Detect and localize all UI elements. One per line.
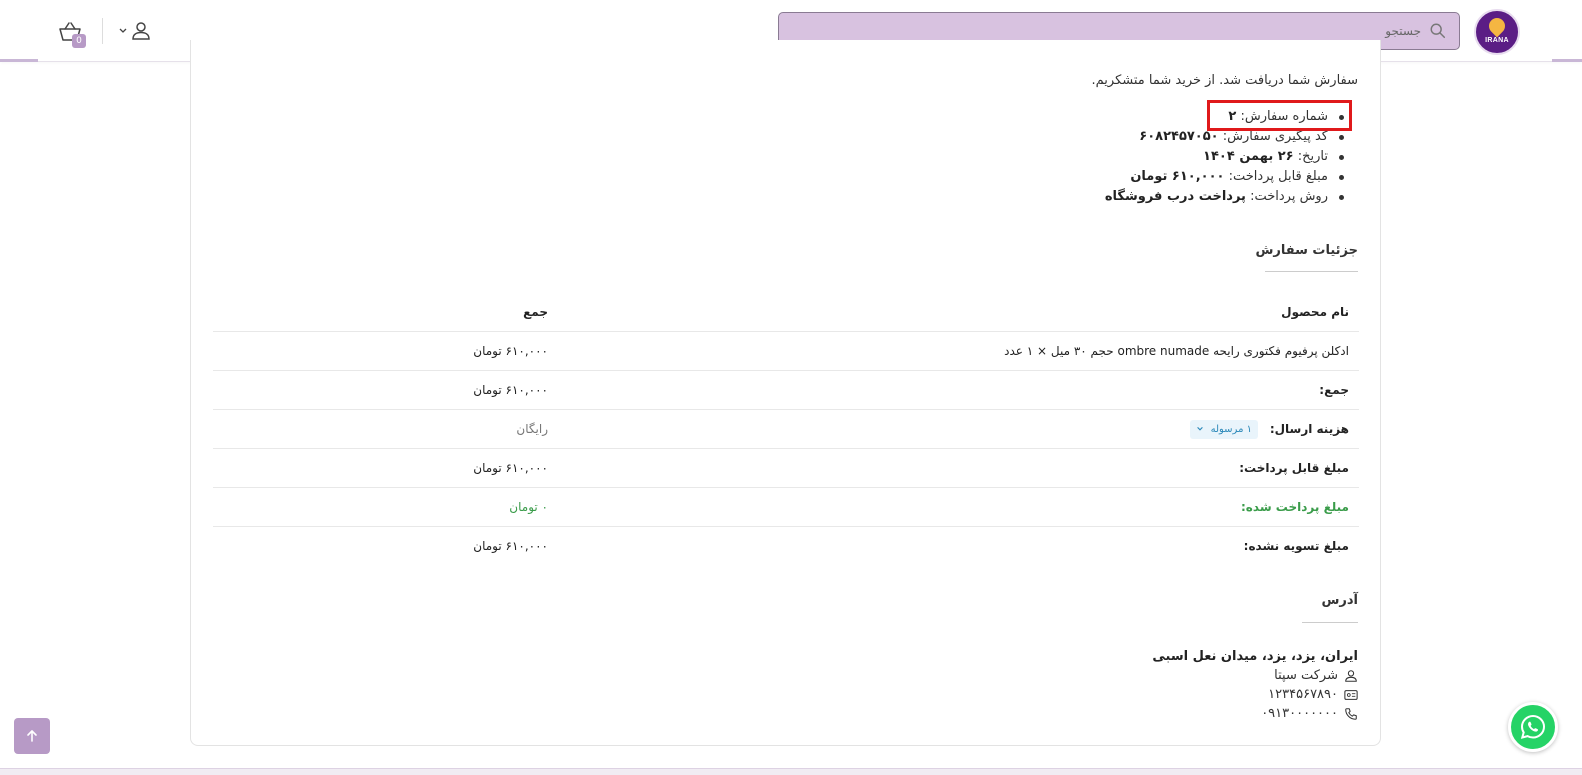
user-icon — [1345, 669, 1357, 682]
summary-payment-method: روش پرداخت: پرداخت درب فروشگاه — [1105, 187, 1346, 207]
arrow-up-icon — [27, 730, 37, 742]
shipping-value: رایگان — [516, 422, 548, 436]
footer-edge — [0, 768, 1582, 775]
header-accent-right — [1552, 59, 1582, 62]
logo-drop-icon — [1485, 14, 1509, 38]
address-company: شرکت سپتا — [1274, 668, 1338, 683]
user-icon[interactable] — [130, 20, 152, 42]
shipping-label: هزینه ارسال: — [1269, 422, 1349, 436]
paid-label: مبلغ پرداخت شده: — [1241, 500, 1349, 514]
column-header-total: جمع — [523, 305, 548, 319]
table-row-paid: مبلغ پرداخت شده: ۰ تومان — [213, 487, 1359, 526]
address-phone: ۰۹۱۳۰۰۰۰۰۰۰ — [1261, 706, 1338, 721]
order-details-underline — [1265, 271, 1358, 272]
cart-button[interactable]: 0 — [58, 21, 88, 49]
table-header-row: نام محصول جمع — [213, 293, 1359, 332]
table-row-subtotal: جمع: ۶۱۰,۰۰۰ تومان — [213, 370, 1359, 409]
back-to-top-button[interactable] — [14, 718, 50, 754]
whatsapp-icon — [1520, 714, 1546, 739]
address-postal-line: ۱۲۳۴۵۶۷۸۹۰ — [1152, 685, 1358, 704]
payable-value: ۶۱۰,۰۰۰ تومان — [473, 461, 548, 475]
subtotal-value: ۶۱۰,۰۰۰ تومان — [473, 383, 548, 397]
address-underline — [1302, 622, 1358, 623]
table-row-payable: مبلغ قابل پرداخت: ۶۱۰,۰۰۰ تومان — [213, 448, 1359, 487]
address-block: ایران، یزد، یزد، میدان نعل اسبی شرکت سپت… — [1152, 647, 1358, 723]
unsettled-label: مبلغ تسویه نشده: — [1243, 539, 1349, 553]
product-total: ۶۱۰,۰۰۰ تومان — [473, 344, 548, 358]
header-divider — [102, 18, 103, 44]
address-postal: ۱۲۳۴۵۶۷۸۹۰ — [1268, 687, 1338, 702]
product-name-link[interactable]: ادکلن پرفیوم فکتوری رایحه ombre numade ح… — [1004, 332, 1349, 371]
table-row-unsettled: مبلغ تسویه نشده: ۶۱۰,۰۰۰ تومان — [213, 526, 1359, 565]
phone-icon — [1345, 707, 1357, 720]
summary-date: تاریخ: ۲۶ بهمن ۱۴۰۴ — [1105, 147, 1346, 167]
subtotal-label: جمع: — [1319, 383, 1349, 397]
address-phone-line: ۰۹۱۳۰۰۰۰۰۰۰ — [1152, 704, 1358, 723]
table-row-shipping: هزینه ارسال: ۱ مرسوله رایگان — [213, 409, 1359, 448]
id-card-icon — [1344, 689, 1358, 700]
order-details-title: جزئیات سفارش — [1255, 243, 1358, 258]
chevron-down-icon — [1197, 427, 1204, 431]
whatsapp-button[interactable] — [1508, 702, 1558, 752]
address-location: ایران، یزد، یزد، میدان نعل اسبی — [1152, 649, 1358, 664]
chevron-down-icon — [119, 28, 127, 33]
shipping-cell: هزینه ارسال: ۱ مرسوله — [1190, 410, 1349, 449]
header-accent-left — [0, 59, 38, 62]
cart-count-badge: 0 — [72, 34, 86, 48]
thanks-message: سفارش شما دریافت شد. از خرید شما متشکریم… — [1091, 73, 1359, 88]
search-icon[interactable] — [1429, 22, 1447, 40]
account-menu[interactable] — [118, 20, 152, 42]
column-header-product: نام محصول — [1281, 305, 1349, 319]
logo-text: IRANA — [1485, 37, 1509, 44]
paid-value: ۰ تومان — [509, 500, 548, 514]
payable-label: مبلغ قابل پرداخت: — [1239, 461, 1349, 475]
address-company-line: شرکت سپتا — [1152, 666, 1358, 685]
unsettled-value: ۶۱۰,۰۰۰ تومان — [473, 539, 548, 553]
shipment-count: ۱ مرسوله — [1210, 424, 1252, 435]
search-input[interactable] — [821, 24, 1421, 38]
site-logo[interactable]: IRANA — [1474, 9, 1520, 55]
order-number-highlight — [1207, 100, 1352, 131]
shipment-toggle[interactable]: ۱ مرسوله — [1190, 420, 1258, 439]
summary-payable-amount: مبلغ قابل پرداخت: ۶۱۰,۰۰۰ تومان — [1105, 167, 1346, 187]
address-title: آدرس — [1321, 593, 1358, 608]
table-row-product: ادکلن پرفیوم فکتوری رایحه ombre numade ح… — [213, 331, 1359, 370]
